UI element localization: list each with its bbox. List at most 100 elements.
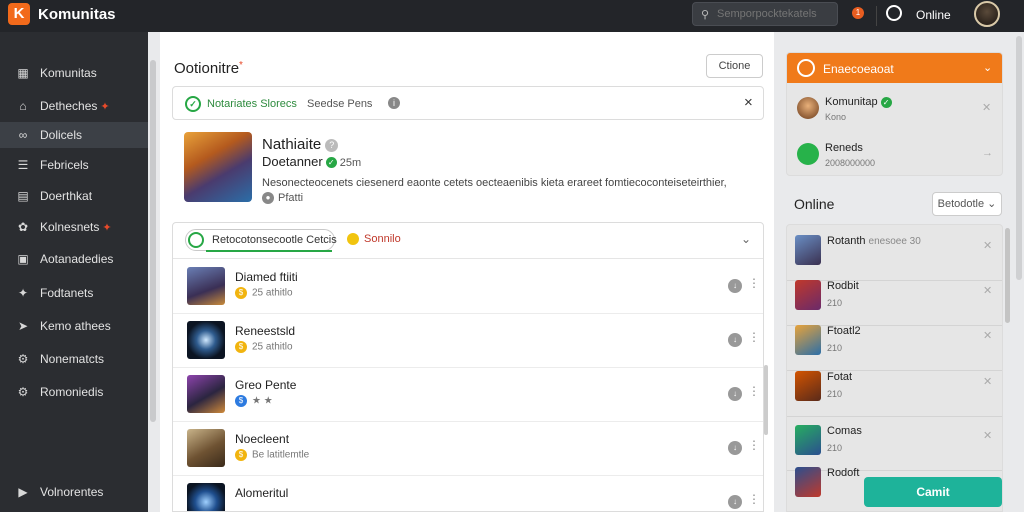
friend-sub: 2008000000 (825, 158, 876, 168)
friends-header[interactable]: Enaecoeaoat ⌄ (787, 53, 1002, 83)
more-icon[interactable]: ⋮ (748, 384, 760, 398)
new-badge: ✦ (100, 101, 110, 113)
item-meta: $25 athitlo (235, 341, 293, 353)
sidebar-item-label: Aotanadedies (40, 252, 114, 266)
choose-button[interactable]: Ctione (706, 54, 763, 78)
sidebar-item-aotanadedies[interactable]: ▣ Aotanadedies (0, 246, 148, 272)
list-item[interactable]: Alomeritul ↓ ⋮ (173, 476, 763, 511)
download-icon[interactable]: ↓ (728, 441, 742, 455)
list-icon: ☰ (17, 158, 29, 172)
verified-icon: ✓ (325, 157, 337, 169)
target-icon (188, 232, 204, 248)
close-icon[interactable]: × (744, 94, 753, 111)
tag-icon: ● (262, 192, 274, 205)
list-tabs: Retocotonsecootle Cetcis Sonnilo ⌄ (173, 223, 763, 259)
online-stat: 210 (827, 343, 843, 353)
sidebar-item-fodtanets[interactable]: ✦ Fodtanets (0, 280, 148, 306)
page-scrollbar[interactable] (1016, 36, 1022, 280)
chevron-down-icon[interactable]: ⌄ (741, 232, 751, 246)
book-icon: ▣ (17, 252, 29, 266)
list-item[interactable]: Diamed ftiiti $25 athitlo ↓ ⋮ (173, 260, 763, 314)
sidebar-item-label: Kolnesnets ✦ (40, 220, 112, 234)
list-scrollbar[interactable] (764, 365, 768, 435)
sidebar-item-label: Romoniedis (40, 385, 104, 399)
coin-icon: $ (235, 341, 247, 353)
close-icon[interactable]: ✕ (983, 429, 992, 442)
list-item[interactable]: Noecleent $ Be latitlemtle ↓ ⋮ (173, 422, 763, 476)
sidebar-footer-item[interactable]: ▶ Volnorentes (0, 479, 148, 505)
tab-second[interactable]: Sonnilo (347, 233, 401, 246)
sidebar-item-detheches[interactable]: ⌂ Detheches ✦ (0, 93, 148, 119)
sidebar-item-kemo-athees[interactable]: ➤ Kemo athees (0, 313, 148, 339)
app-logo[interactable]: K (8, 3, 30, 25)
main-panel: Ootionitre* Ctione ✓ Notariates Slorecs … (160, 32, 774, 512)
sidebar-item-febricels[interactable]: ☰ Febricels (0, 152, 148, 178)
more-icon[interactable]: ⋮ (748, 330, 760, 344)
game-rating: 25m (339, 157, 362, 169)
friend-item[interactable]: Komunitap ✓ Kono ✕ (787, 87, 1002, 131)
notification-badge[interactable]: 1 (852, 7, 864, 19)
more-icon[interactable]: ⋮ (748, 276, 760, 290)
download-icon[interactable]: ↓ (728, 279, 742, 293)
sidebar-item-dolicels[interactable]: ∞ Dolicels (0, 122, 148, 148)
coin-icon: $ (235, 395, 247, 407)
list-item[interactable]: Reneestsld $25 athitlo ↓ ⋮ (173, 314, 763, 368)
submit-button[interactable]: Camit (864, 477, 1002, 507)
alert-primary-text: Notariates Slorecs (207, 98, 297, 110)
search-input[interactable] (717, 6, 832, 22)
close-icon[interactable]: ✕ (983, 284, 992, 297)
more-icon[interactable]: ⋮ (748, 492, 760, 506)
close-icon[interactable]: ✕ (983, 375, 992, 388)
sidebar-item-label: Komunitas (40, 66, 97, 80)
grid-icon: ▦ (17, 66, 29, 80)
download-icon[interactable]: ↓ (728, 495, 742, 509)
download-icon[interactable]: ↓ (728, 387, 742, 401)
avatar (795, 467, 821, 497)
sidebar-item-nonematcts[interactable]: ⚙ Nonematcts (0, 346, 148, 372)
close-icon[interactable]: ✕ (982, 101, 991, 114)
sidebar-item-label: Dolicels (40, 128, 83, 142)
chevron-down-icon[interactable]: ⌄ (983, 61, 992, 74)
sidebar-item-doerthkat[interactable]: ▤ Doerthkat (0, 183, 148, 209)
game-list-panel: Retocotonsecootle Cetcis Sonnilo ⌄ Diame… (172, 222, 764, 512)
status-icon[interactable] (886, 5, 902, 21)
list-item[interactable]: Greo Pente $ ★ ★ ↓ ⋮ (173, 368, 763, 422)
sidebar-item-kolnesnets[interactable]: ✿ Kolnesnets ✦ (0, 214, 148, 240)
friend-item[interactable]: Reneds 2008000000 → (787, 133, 1002, 175)
game-description: Nesonecteocenets ciesenerd eaonte cetets… (262, 177, 727, 189)
tab-active[interactable]: Retocotonsecootle Cetcis (185, 229, 337, 252)
avatar (797, 97, 819, 119)
online-name: Comas (827, 425, 862, 437)
online-item[interactable]: Fotat 210 ✕ (787, 361, 1002, 417)
game-meta: ● Pfatti (262, 192, 303, 205)
section-title: Ootionitre* (174, 60, 243, 77)
close-icon[interactable]: ✕ (983, 239, 992, 252)
document-icon: ▤ (17, 189, 29, 203)
game-developer: Doetanner ✓ 25m (262, 154, 362, 169)
friend-name: Komunitap ✓ (825, 96, 892, 108)
right-panel: Enaecoeaoat ⌄ Komunitap ✓ Kono ✕ Reneds 2… (786, 52, 1004, 512)
sidebar-item-komunitas[interactable]: ▦ Komunitas (0, 60, 148, 86)
user-avatar[interactable] (974, 1, 1000, 27)
more-icon[interactable]: ⋮ (748, 438, 760, 452)
status-text[interactable]: Online (916, 8, 951, 22)
item-meta: $ Be latitlemtle (235, 449, 309, 461)
download-icon[interactable]: ↓ (728, 333, 742, 347)
online-scrollbar[interactable] (1005, 228, 1010, 323)
sidebar-item-romoniedis[interactable]: ⚙ Romoniedis (0, 379, 148, 405)
game-thumbnail[interactable] (184, 132, 252, 202)
game-card[interactable]: Nathiaite? Doetanner ✓ 25m Nesonecteocenet… (172, 126, 764, 212)
item-thumbnail (187, 429, 225, 467)
help-icon[interactable]: ? (325, 138, 339, 152)
home-icon: ⌂ (19, 99, 27, 113)
avatar (795, 425, 821, 455)
online-filter-select[interactable]: Betodotle ⌄ (932, 192, 1002, 216)
play-icon: ▶ (18, 485, 28, 499)
arrow-right-icon[interactable]: → (982, 147, 993, 159)
gear-icon: ⚙ (17, 385, 29, 399)
info-icon[interactable]: i (388, 97, 400, 109)
search-icon: ⚲ (701, 9, 710, 21)
sidebar-scrollbar[interactable] (150, 60, 156, 422)
close-icon[interactable]: ✕ (983, 329, 992, 342)
search-box[interactable]: ⚲ (692, 2, 838, 26)
